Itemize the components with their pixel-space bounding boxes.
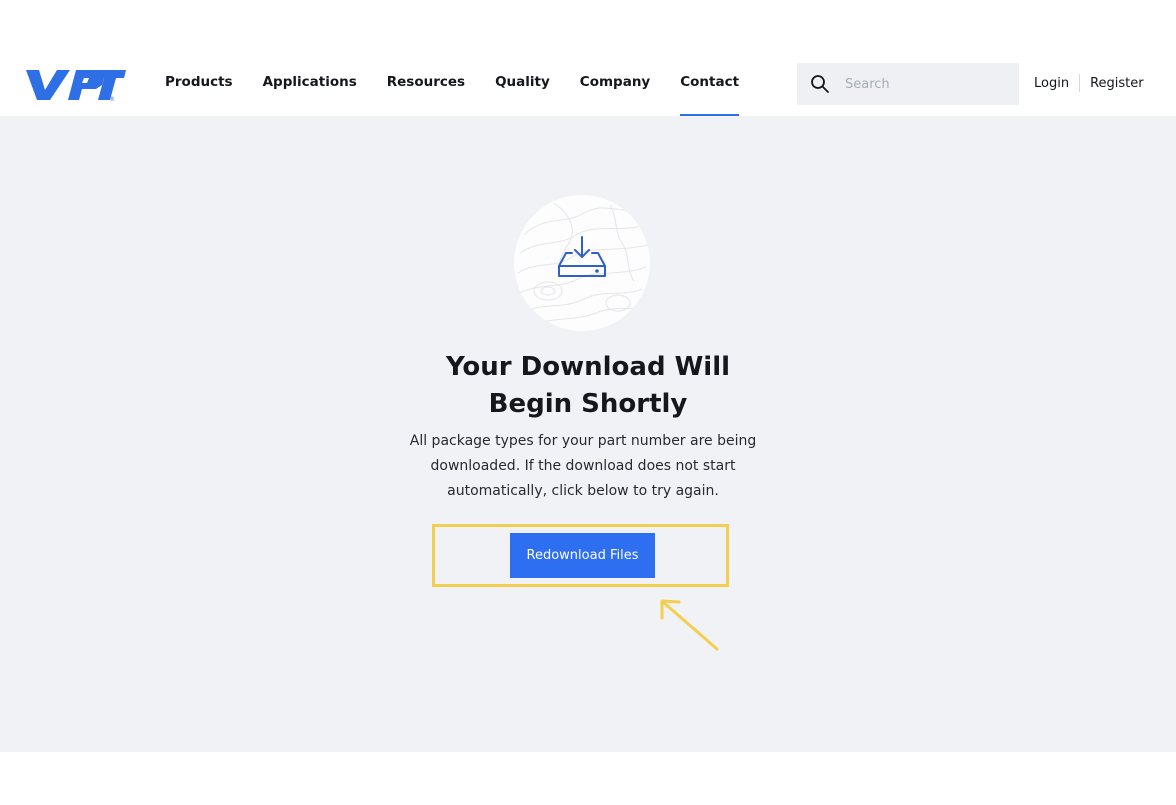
arrow-up-left-icon bbox=[660, 599, 719, 651]
redownload-files-button[interactable]: Redownload Files bbox=[510, 533, 655, 578]
vpt-logo[interactable]: ® bbox=[24, 68, 128, 102]
page: ® Products Applications Resources Qualit… bbox=[0, 0, 1176, 805]
nav-item-resources[interactable]: Resources bbox=[387, 48, 465, 116]
download-tray-icon bbox=[558, 236, 606, 277]
download-section: Your Download Will Begin Shortly All pac… bbox=[0, 116, 1176, 752]
logo-mark: ® bbox=[26, 70, 126, 102]
search-input[interactable] bbox=[843, 75, 1007, 93]
main-nav: Products Applications Resources Quality … bbox=[150, 48, 754, 117]
nav-item-quality[interactable]: Quality bbox=[495, 48, 550, 116]
nav-item-label: Quality bbox=[495, 74, 550, 90]
download-description: All package types for your part number a… bbox=[409, 433, 757, 499]
nav-item-label: Contact bbox=[680, 74, 740, 90]
nav-item-company[interactable]: Company bbox=[580, 48, 650, 116]
download-illustration bbox=[514, 195, 650, 331]
heading-line-1: Your Download Will bbox=[445, 352, 731, 382]
auth-divider bbox=[1079, 74, 1081, 92]
nav-item-label: Company bbox=[579, 74, 651, 90]
nav-item-applications[interactable]: Applications bbox=[263, 48, 357, 116]
nav-item-products[interactable]: Products bbox=[165, 48, 233, 116]
registered-mark: ® bbox=[109, 96, 115, 102]
search-icon[interactable] bbox=[809, 73, 831, 95]
heading-line-2: Begin Shortly bbox=[488, 389, 688, 419]
topographic-pattern bbox=[517, 202, 649, 324]
nav-item-label: Products bbox=[165, 74, 233, 90]
nav-item-label: Applications bbox=[262, 74, 357, 90]
site-header: ® Products Applications Resources Qualit… bbox=[0, 48, 1176, 117]
register-link[interactable]: Register bbox=[1090, 76, 1144, 91]
auth-links: Login Register bbox=[1034, 74, 1144, 92]
nav-item-contact[interactable]: Contact bbox=[680, 48, 740, 117]
search-box[interactable] bbox=[797, 63, 1019, 105]
download-heading: Your Download Will Begin Shortly bbox=[388, 349, 788, 423]
login-link[interactable]: Login bbox=[1034, 76, 1069, 91]
nav-item-label: Resources bbox=[386, 74, 466, 90]
